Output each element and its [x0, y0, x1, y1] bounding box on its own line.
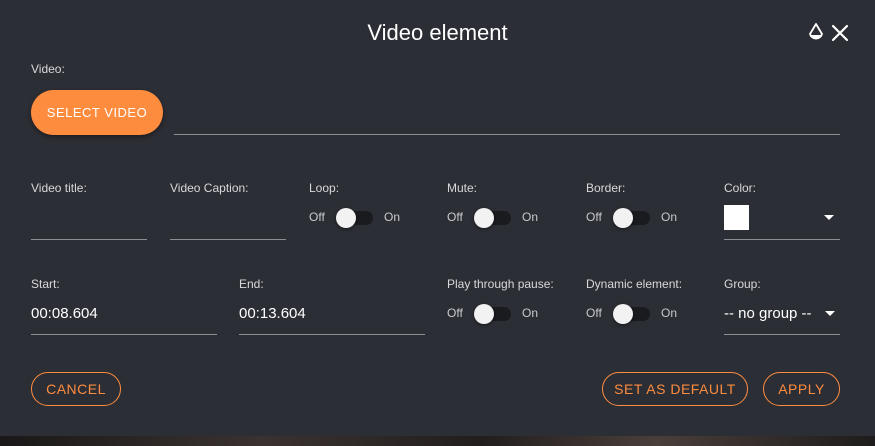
start-value: 00:08.604 [31, 305, 98, 322]
select-video-button[interactable]: SELECT VIDEO [31, 90, 163, 135]
video-element-dialog: Video element Video: SELECT VIDEO Video … [0, 0, 875, 446]
mute-label: Mute: [447, 181, 478, 195]
start-label: Start: [31, 277, 60, 291]
group-select-underline [724, 334, 840, 335]
loop-toggle-knob [336, 208, 356, 228]
color-label: Color: [724, 181, 757, 195]
drop-icon[interactable] [805, 22, 827, 44]
video-title-label: Video title: [31, 181, 87, 195]
play-through-pause-off-label: Off [447, 306, 463, 320]
border-toggle-knob [613, 208, 633, 228]
color-swatch[interactable] [724, 205, 749, 230]
loop-toggle[interactable]: Off On [309, 206, 401, 230]
end-value: 00:13.604 [239, 305, 306, 322]
set-as-default-button[interactable]: SET AS DEFAULT [602, 372, 748, 406]
cancel-button[interactable]: CANCEL [31, 372, 121, 406]
dynamic-element-on-label: On [661, 306, 678, 320]
mute-off-label: Off [447, 210, 463, 224]
mute-toggle[interactable]: Off On [447, 206, 539, 230]
video-label: Video: [31, 62, 65, 76]
close-icon[interactable] [829, 22, 851, 44]
end-label: End: [239, 277, 264, 291]
loop-off-label: Off [309, 210, 325, 224]
dynamic-element-off-label: Off [586, 306, 602, 320]
border-toggle[interactable]: Off On [586, 206, 678, 230]
play-through-pause-toggle-knob [474, 304, 494, 324]
color-dropdown-caret-icon[interactable] [824, 215, 834, 220]
dynamic-element-toggle-knob [613, 304, 633, 324]
end-input[interactable] [239, 334, 425, 335]
video-title-input[interactable] [31, 239, 147, 240]
play-through-pause-toggle[interactable]: Off On [447, 302, 539, 326]
dynamic-element-label: Dynamic element: [586, 277, 683, 291]
mute-toggle-knob [474, 208, 494, 228]
video-caption-input[interactable] [170, 239, 286, 240]
loop-on-label: On [384, 210, 401, 224]
dialog-title: Video element [367, 20, 508, 45]
border-label: Border: [586, 181, 626, 195]
play-through-pause-label: Play through pause: [447, 277, 554, 291]
video-caption-label: Video Caption: [170, 181, 249, 195]
group-dropdown-caret-icon[interactable] [825, 311, 835, 316]
dynamic-element-toggle[interactable]: Off On [586, 302, 678, 326]
apply-button[interactable]: APPLY [763, 372, 840, 406]
start-input[interactable] [31, 334, 217, 335]
mute-on-label: On [522, 210, 539, 224]
video-file-field[interactable] [174, 134, 840, 135]
play-through-pause-on-label: On [522, 306, 539, 320]
border-off-label: Off [586, 210, 602, 224]
color-select-underline [724, 239, 840, 240]
loop-label: Loop: [309, 181, 340, 195]
group-select-value[interactable]: -- no group -- [724, 305, 828, 322]
background-video-strip [0, 436, 875, 446]
group-label: Group: [724, 277, 761, 291]
border-on-label: On [661, 210, 678, 224]
